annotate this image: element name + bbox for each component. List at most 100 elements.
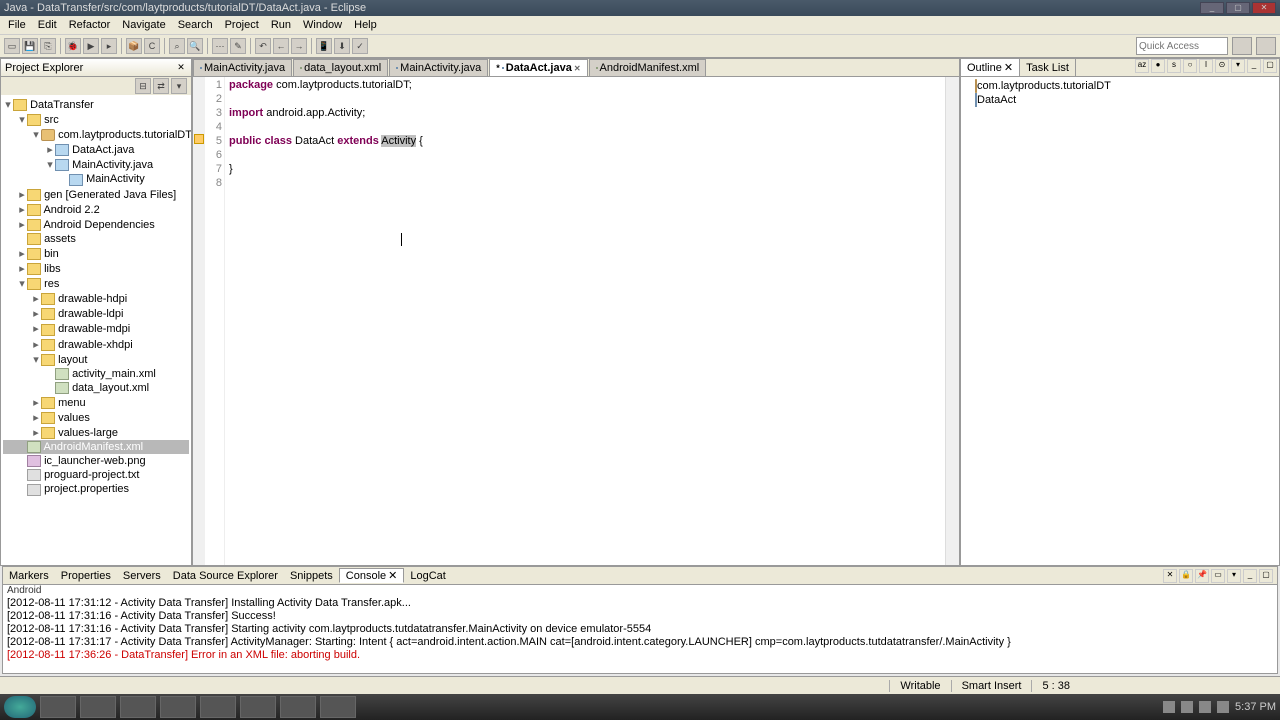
tree-assets[interactable]: assets <box>44 233 76 245</box>
mark-occurrences-button[interactable]: ✎ <box>230 38 246 54</box>
tasklist-tab[interactable]: Task List <box>1020 59 1076 76</box>
hide-nonpublic-button[interactable]: ○ <box>1183 59 1197 73</box>
taskbar-item[interactable] <box>120 696 156 718</box>
tree-folder[interactable]: drawable-ldpi <box>58 308 123 320</box>
editor-tab[interactable]: data_layout.xml <box>293 59 388 76</box>
maximize-button[interactable]: ▢ <box>1226 2 1250 14</box>
project-explorer-tab[interactable]: Project Explorer <box>5 62 83 74</box>
sort-button[interactable]: az <box>1135 59 1149 73</box>
last-edit-button[interactable]: ↶ <box>255 38 271 54</box>
editor-tab[interactable]: MainActivity.java <box>193 59 292 76</box>
tree-android[interactable]: Android 2.2 <box>43 204 99 216</box>
menu-project[interactable]: Project <box>221 19 263 31</box>
display-console-button[interactable]: ▭ <box>1211 569 1225 583</box>
taskbar-item[interactable] <box>200 696 236 718</box>
tree-file[interactable]: activity_main.xml <box>72 368 156 380</box>
overview-ruler[interactable] <box>945 77 959 565</box>
tree-props[interactable]: project.properties <box>44 483 129 495</box>
taskbar-item[interactable] <box>80 696 116 718</box>
lint-button[interactable]: ✓ <box>352 38 368 54</box>
snippets-tab[interactable]: Snippets <box>284 570 339 582</box>
tree-manifest[interactable]: AndroidManifest.xml <box>43 441 143 453</box>
tree-package[interactable]: com.laytproducts.tutorialDT <box>58 129 191 141</box>
debug-button[interactable]: 🐞 <box>65 38 81 54</box>
outline-tab[interactable]: Outline✕ <box>961 59 1020 76</box>
menu-help[interactable]: Help <box>350 19 381 31</box>
console-output[interactable]: [2012-08-11 17:31:12 - Activity Data Tra… <box>3 597 1277 673</box>
close-view-icon[interactable]: ✕ <box>1004 61 1013 74</box>
editor-tab[interactable]: MainActivity.java <box>389 59 488 76</box>
clock[interactable]: 5:37 PM <box>1235 701 1276 713</box>
open-perspective-button[interactable] <box>1232 37 1252 55</box>
minimize-view-button[interactable]: _ <box>1243 569 1257 583</box>
open-type-button[interactable]: ⌕ <box>169 38 185 54</box>
tree-values-large[interactable]: values-large <box>58 427 118 439</box>
tree-folder[interactable]: drawable-xhdpi <box>58 339 133 351</box>
menu-window[interactable]: Window <box>299 19 346 31</box>
ext-tools-button[interactable]: ▸ <box>101 38 117 54</box>
tree-deps[interactable]: Android Dependencies <box>43 219 154 231</box>
menu-navigate[interactable]: Navigate <box>118 19 169 31</box>
tree-layout[interactable]: layout <box>58 354 87 366</box>
quick-access-input[interactable] <box>1136 37 1228 55</box>
taskbar-item[interactable] <box>240 696 276 718</box>
close-button[interactable]: ✕ <box>1252 2 1276 14</box>
taskbar-item[interactable] <box>160 696 196 718</box>
tree-file[interactable]: DataAct.java <box>72 144 134 156</box>
tree-proguard[interactable]: proguard-project.txt <box>44 469 139 481</box>
tray-icon[interactable] <box>1181 701 1193 713</box>
hide-fields-button[interactable]: ● <box>1151 59 1165 73</box>
editor-tab[interactable]: AndroidManifest.xml <box>589 59 707 76</box>
scroll-lock-button[interactable]: 🔒 <box>1179 569 1193 583</box>
volume-icon[interactable] <box>1217 701 1229 713</box>
tree-menu[interactable]: menu <box>58 397 86 409</box>
close-tab-icon[interactable]: ✕ <box>574 64 581 73</box>
tree-bin[interactable]: bin <box>44 248 59 260</box>
markers-tab[interactable]: Markers <box>3 570 55 582</box>
start-button[interactable] <box>4 696 36 718</box>
open-console-button[interactable]: ▾ <box>1227 569 1241 583</box>
forward-button[interactable]: → <box>291 38 307 54</box>
menu-refactor[interactable]: Refactor <box>65 19 115 31</box>
menu-edit[interactable]: Edit <box>34 19 61 31</box>
network-icon[interactable] <box>1199 701 1211 713</box>
tree-launcher[interactable]: ic_launcher-web.png <box>44 455 146 467</box>
tree-gen[interactable]: gen [Generated Java Files] <box>44 189 176 201</box>
view-menu-button[interactable]: ▾ <box>171 78 187 94</box>
tree-class[interactable]: MainActivity <box>86 173 145 185</box>
new-class-button[interactable]: C <box>144 38 160 54</box>
tree-file[interactable]: MainActivity.java <box>72 159 153 171</box>
properties-tab[interactable]: Properties <box>55 570 117 582</box>
hide-local-button[interactable]: l <box>1199 59 1213 73</box>
maximize-view-button[interactable]: ▢ <box>1259 569 1273 583</box>
console-tab[interactable]: Console ✕ <box>339 568 405 583</box>
tree-libs[interactable]: libs <box>44 263 61 275</box>
maximize-view-button[interactable]: ▢ <box>1263 59 1277 73</box>
warning-marker-icon[interactable] <box>194 134 204 144</box>
close-view-icon[interactable]: ✕ <box>175 62 187 74</box>
save-button[interactable]: 💾 <box>22 38 38 54</box>
search-button[interactable]: 🔍 <box>187 38 203 54</box>
save-all-button[interactable]: ⎘ <box>40 38 56 54</box>
minimize-button[interactable]: _ <box>1200 2 1224 14</box>
tree-file[interactable]: data_layout.xml <box>72 382 149 394</box>
tree-res[interactable]: res <box>44 278 59 290</box>
code-editor[interactable]: 12345678 package package com.laytproduct… <box>193 77 959 565</box>
menu-search[interactable]: Search <box>174 19 217 31</box>
line-gutter[interactable]: 12345678 <box>205 77 225 565</box>
menu-run[interactable]: Run <box>267 19 295 31</box>
outline-item[interactable]: DataAct <box>977 94 1016 106</box>
close-tab-icon[interactable]: ✕ <box>388 569 397 582</box>
pin-console-button[interactable]: 📌 <box>1195 569 1209 583</box>
run-button[interactable]: ▶ <box>83 38 99 54</box>
data-source-tab[interactable]: Data Source Explorer <box>167 570 284 582</box>
collapse-all-button[interactable]: ⊟ <box>135 78 151 94</box>
new-package-button[interactable]: 📦 <box>126 38 142 54</box>
minimize-view-button[interactable]: _ <box>1247 59 1261 73</box>
hide-static-button[interactable]: s <box>1167 59 1181 73</box>
tree-src[interactable]: src <box>44 114 59 126</box>
outline-tree[interactable]: com.laytproducts.tutorialDT DataAct <box>963 79 1277 107</box>
toggle-breadcrumb-button[interactable]: ⋯ <box>212 38 228 54</box>
avd-manager-button[interactable]: 📱 <box>316 38 332 54</box>
view-menu-button[interactable]: ▾ <box>1231 59 1245 73</box>
